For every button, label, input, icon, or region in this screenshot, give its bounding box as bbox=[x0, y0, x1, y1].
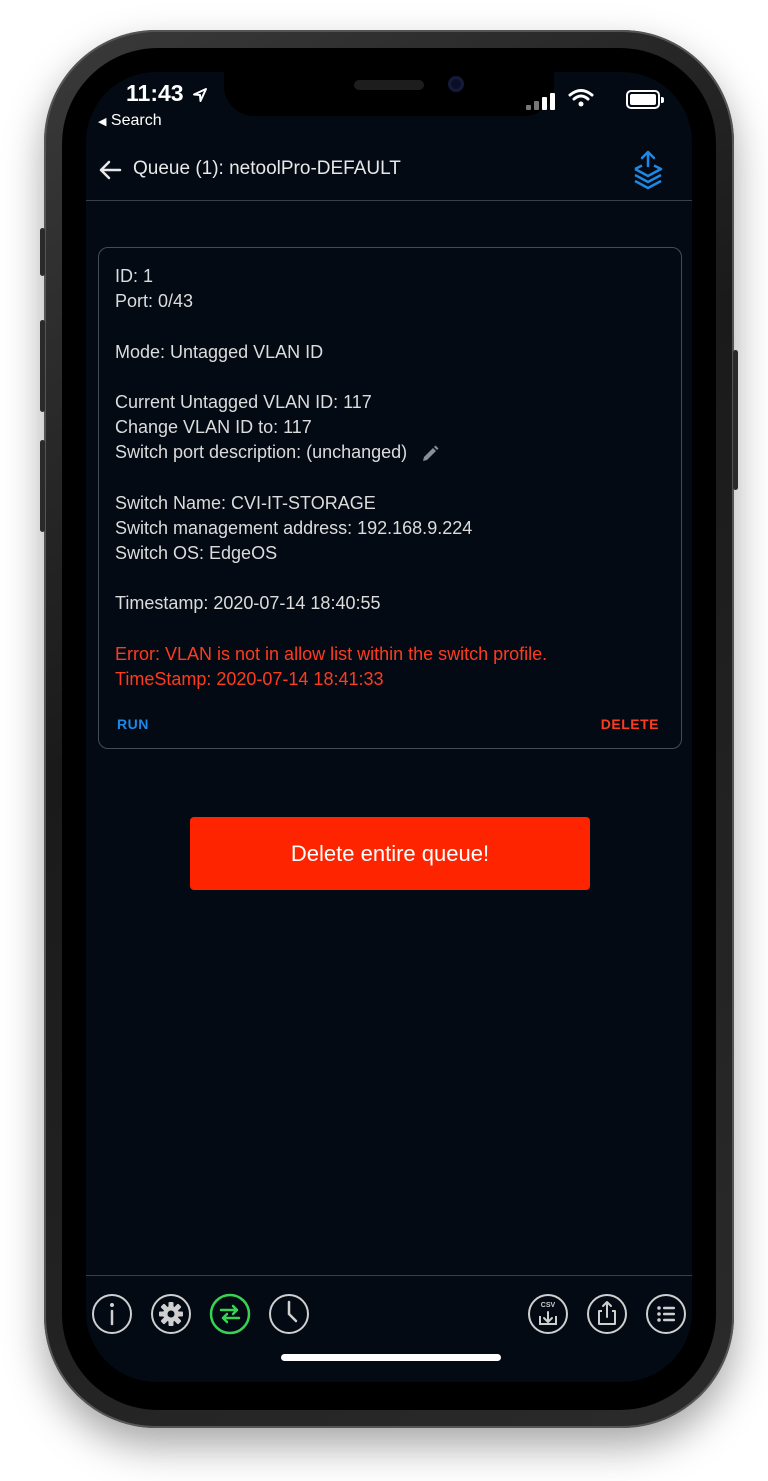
camera bbox=[448, 76, 464, 92]
delete-item-button[interactable]: DELETE bbox=[601, 716, 659, 732]
csv-download-icon[interactable]: CSV bbox=[526, 1292, 570, 1336]
item-change-vlan: Change VLAN ID to: 117 bbox=[115, 417, 312, 438]
back-triangle-icon: ◀ bbox=[98, 116, 107, 128]
app-bar-divider bbox=[86, 200, 692, 201]
item-switch-address: Switch management address: 192.168.9.224 bbox=[115, 517, 473, 538]
queue-item-details: ID: 1 Port: 0/43 Mode: Untagged VLAN ID … bbox=[115, 264, 665, 692]
location-arrow-icon bbox=[192, 87, 207, 102]
share-icon[interactable] bbox=[585, 1292, 629, 1336]
item-port-description-text: Switch port description: (unchanged) bbox=[115, 442, 408, 463]
status-time-text: 11:43 bbox=[126, 80, 184, 106]
page-title: Queue (1): netoolPro-DEFAULT bbox=[133, 158, 401, 179]
volume-down-button bbox=[40, 440, 45, 532]
info-icon[interactable] bbox=[90, 1292, 134, 1336]
item-switch-os: Switch OS: EdgeOS bbox=[115, 543, 278, 564]
signal-icon bbox=[526, 90, 556, 110]
item-id: ID: 1 bbox=[115, 266, 154, 286]
item-error-timestamp: TimeStamp: 2020-07-14 18:41:33 bbox=[115, 669, 384, 689]
home-indicator[interactable] bbox=[281, 1354, 501, 1361]
speaker bbox=[354, 80, 424, 90]
pencil-icon[interactable] bbox=[420, 444, 440, 464]
upload-stack-icon[interactable] bbox=[632, 150, 664, 190]
wifi-icon bbox=[568, 89, 594, 107]
power-button bbox=[733, 350, 738, 490]
run-button[interactable]: RUN bbox=[117, 716, 149, 732]
screen: 11:43 ◀ Search Queue (1): netoolPro-DEFA… bbox=[86, 72, 692, 1382]
list-icon[interactable] bbox=[644, 1292, 688, 1336]
status-time: 11:43 bbox=[126, 80, 208, 107]
battery-icon bbox=[626, 90, 664, 109]
mute-switch bbox=[40, 228, 45, 276]
item-error-message: Error: VLAN is not in allow list within … bbox=[115, 643, 548, 664]
toolbar-divider bbox=[86, 1275, 692, 1276]
item-port: Port: 0/43 bbox=[115, 291, 194, 312]
status-indicators bbox=[504, 89, 664, 110]
item-timestamp: Timestamp: 2020-07-14 18:40:55 bbox=[115, 593, 381, 614]
swap-arrows-icon[interactable] bbox=[208, 1292, 252, 1336]
item-port-description: Switch port description: (unchanged) bbox=[115, 440, 665, 465]
status-back-link[interactable]: ◀ Search bbox=[98, 112, 162, 130]
gear-icon[interactable] bbox=[149, 1292, 193, 1336]
volume-up-button bbox=[40, 320, 45, 412]
status-back-label: Search bbox=[110, 112, 162, 129]
item-mode: Mode: Untagged VLAN ID bbox=[115, 341, 324, 362]
item-switch-name: Switch Name: CVI-IT-STORAGE bbox=[115, 492, 376, 513]
csv-label: CSV bbox=[540, 1302, 556, 1309]
back-arrow-icon[interactable] bbox=[96, 156, 124, 184]
queue-item-card: ID: 1 Port: 0/43 Mode: Untagged VLAN ID … bbox=[98, 247, 682, 749]
app-bar: Queue (1): netoolPro-DEFAULT bbox=[86, 144, 692, 200]
clock-icon[interactable] bbox=[267, 1292, 311, 1336]
item-current-vlan: Current Untagged VLAN ID: 117 bbox=[115, 391, 372, 412]
delete-entire-queue-label: Delete entire queue! bbox=[290, 840, 490, 866]
delete-entire-queue-button[interactable]: Delete entire queue! bbox=[190, 817, 590, 890]
